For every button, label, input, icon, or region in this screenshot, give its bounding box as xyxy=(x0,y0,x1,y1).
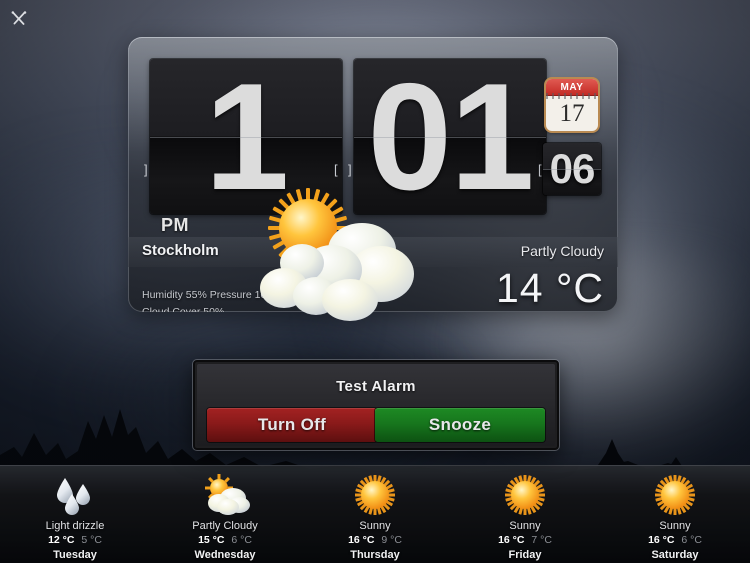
calendar-day: 17 xyxy=(559,100,585,127)
forecast-day-friday[interactable]: Sunny 16 °C 7 °C Friday xyxy=(450,466,600,563)
forecast-day-label: Saturday xyxy=(651,549,699,561)
weather-city: Stockholm xyxy=(142,242,219,259)
notch-right: ] xyxy=(144,162,148,177)
weather-temperature: 14 °C xyxy=(495,265,604,311)
forecast-temps: 16 °C 6 °C xyxy=(648,534,702,546)
forecast-temps: 16 °C 7 °C xyxy=(498,534,552,546)
flip-seam xyxy=(543,169,601,170)
forecast-day-label: Friday xyxy=(508,549,542,561)
forecast-temps: 15 °C 6 °C xyxy=(198,534,252,546)
forecast-bar: Light drizzle 12 °C 5 °C Tuesday Partly … xyxy=(0,465,750,563)
tools-settings-button[interactable] xyxy=(6,6,32,32)
alarm-title: Test Alarm xyxy=(336,378,416,395)
forecast-day-tuesday[interactable]: Light drizzle 12 °C 5 °C Tuesday xyxy=(0,466,150,563)
calendar-rings-icon xyxy=(546,93,598,99)
forecast-day-saturday[interactable]: Sunny 16 °C 6 °C Saturday xyxy=(600,466,750,563)
forecast-condition: Light drizzle xyxy=(45,520,105,532)
forecast-low: 6 °C xyxy=(681,534,702,546)
forecast-condition: Sunny xyxy=(659,520,691,532)
turn-off-button[interactable]: Turn Off xyxy=(207,408,377,442)
forecast-day-label: Wednesday xyxy=(194,549,256,561)
forecast-high: 16 °C xyxy=(498,534,525,546)
forecast-low: 5 °C xyxy=(81,534,102,546)
sun-behind-cloud-icon xyxy=(197,474,253,518)
forecast-condition: Sunny xyxy=(359,520,391,532)
notch-left: [ xyxy=(538,162,542,177)
snooze-button[interactable]: Snooze xyxy=(375,408,545,442)
forecast-day-label: Thursday xyxy=(350,549,400,561)
alarm-dialog: Test Alarm Turn Off Snooze xyxy=(193,360,559,450)
forecast-condition: Partly Cloudy xyxy=(192,520,258,532)
forecast-low: 7 °C xyxy=(531,534,552,546)
weather-condition: Partly Cloudy xyxy=(520,243,604,259)
forecast-high: 15 °C xyxy=(198,534,225,546)
alarm-dialog-body: Test Alarm Turn Off Snooze xyxy=(197,364,555,446)
rain-drops-icon xyxy=(51,474,99,518)
forecast-high: 16 °C xyxy=(348,534,375,546)
flip-tile-seconds[interactable]: 06 xyxy=(543,143,601,195)
weather-cloud-cover: Cloud Cover 50% xyxy=(142,306,225,312)
notch-left: [ xyxy=(334,162,338,177)
forecast-condition: Sunny xyxy=(509,520,541,532)
sun-behind-cloud-icon xyxy=(260,188,414,321)
flip-seam xyxy=(354,136,546,138)
forecast-low: 6 °C xyxy=(231,534,252,546)
calendar-badge[interactable]: MAY 17 xyxy=(546,79,598,131)
forecast-temps: 12 °C 5 °C xyxy=(48,534,102,546)
notch-right: ] xyxy=(348,162,352,177)
forecast-temps: 16 °C 9 °C xyxy=(348,534,402,546)
forecast-day-thursday[interactable]: Sunny 16 °C 9 °C Thursday xyxy=(300,466,450,563)
forecast-day-wednesday[interactable]: Partly Cloudy 15 °C 6 °C Wednesday xyxy=(150,466,300,563)
sun-icon xyxy=(502,474,548,518)
sun-icon xyxy=(652,474,698,518)
flip-seam xyxy=(150,136,342,138)
tools-icon xyxy=(11,11,27,25)
forecast-high: 16 °C xyxy=(648,534,675,546)
forecast-low: 9 °C xyxy=(381,534,402,546)
forecast-day-label: Tuesday xyxy=(53,549,97,561)
sun-icon xyxy=(352,474,398,518)
forecast-high: 12 °C xyxy=(48,534,75,546)
